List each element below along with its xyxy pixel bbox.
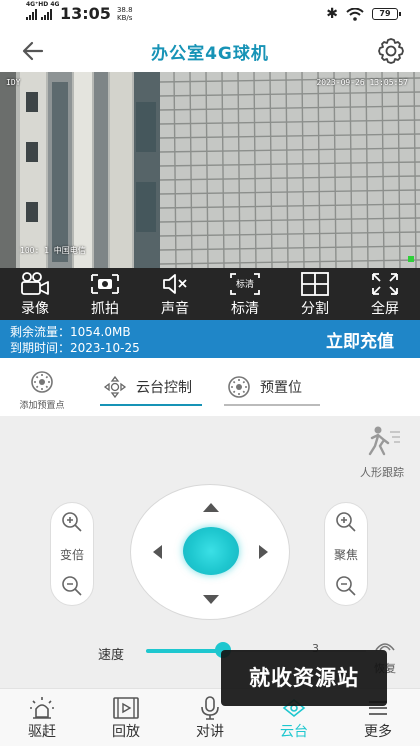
video-toolbar: 录像 抓拍 声音 标清 标清 分割 全屏 (0, 268, 420, 320)
focus-label: 聚焦 (333, 547, 358, 562)
fullscreen-button[interactable]: 全屏 (350, 268, 420, 320)
add-preset-label: 添加预置点 (19, 401, 65, 411)
nav-playback[interactable]: 回放 (84, 689, 168, 746)
nav-more-label: 更多 (364, 724, 392, 740)
tab-preset-label: 预置位 (260, 380, 302, 396)
speed-unit: KB/s (117, 13, 133, 22)
zoom-label: 变倍 (59, 547, 84, 562)
record-label: 录像 (21, 301, 49, 317)
fullscreen-label: 全屏 (371, 301, 399, 317)
expiry-date: 到期时间：2023-10-25 (10, 341, 140, 355)
nav-playback-label: 回放 (112, 724, 140, 740)
speaker-mute-icon (163, 274, 187, 294)
nav-ptz-label: 云台 (280, 724, 308, 740)
network-type: 4G⁺HD 4G (26, 1, 60, 8)
preset-icon (228, 376, 250, 398)
signal-1-icon (26, 8, 37, 20)
watermark-overlay: 就收资源站 (221, 650, 387, 706)
playback-film-icon (113, 697, 139, 719)
camera-icon (91, 274, 119, 294)
split-label: 分割 (301, 301, 329, 317)
alarm-light-icon (30, 697, 54, 719)
tab-ptz-control[interactable]: 云台控制 (100, 370, 202, 406)
sound-button[interactable]: 声音 (140, 268, 210, 320)
snapshot-label: 抓拍 (91, 301, 119, 317)
joystick-knob[interactable] (183, 527, 239, 575)
speed-value: 38.8 (116, 5, 133, 14)
camera-feed-image (0, 72, 420, 268)
bluetooth-icon: ✱ (326, 6, 338, 22)
tab-ptz-label: 云台控制 (136, 380, 192, 396)
signal-indicator (408, 256, 414, 262)
live-video-view[interactable]: IDY 2023-09-26 13:05:57 100: 1 中国电信 (0, 72, 420, 268)
remaining-data: 剩余流量：1054.0MB (10, 325, 131, 339)
split-button[interactable]: 分割 (280, 268, 350, 320)
status-bar: 4G⁺HD 4G 13:05 38.8 KB/s ✱ 79 (0, 0, 420, 30)
nav-expel-label: 驱赶 (28, 724, 56, 740)
quality-label: 标清 (231, 301, 259, 317)
focus-control: 聚焦 (324, 502, 368, 606)
zoom-control: 变倍 (50, 502, 94, 606)
snapshot-button[interactable]: 抓拍 (70, 268, 140, 320)
tab-preset[interactable]: 预置位 (224, 370, 320, 406)
microphone-icon (201, 696, 219, 720)
osd-channel-label: 100: 1 中国电信 (20, 246, 86, 255)
ptz-direction-icon (103, 375, 127, 399)
data-plan-banner: 剩余流量：1054.0MB 到期时间：2023-10-25 立即充值 (0, 320, 420, 358)
page-title: 办公室4G球机 (151, 44, 269, 64)
add-preset-button[interactable]: 添加预置点 (10, 370, 74, 411)
nav-talk-label: 对讲 (196, 724, 224, 740)
grid-split-icon (301, 272, 329, 296)
speed-label: 速度 (98, 648, 125, 663)
quality-button[interactable]: 标清 标清 (210, 268, 280, 320)
focus-in-icon[interactable] (335, 511, 357, 533)
wifi-icon (346, 7, 364, 21)
add-preset-icon (31, 371, 53, 393)
ptz-joystick[interactable] (130, 484, 290, 620)
status-left: 4G⁺HD 4G 13:05 38.8 KB/s (26, 1, 133, 23)
zoom-out-icon[interactable] (61, 575, 83, 597)
human-tracking-icon (368, 426, 400, 456)
record-button[interactable]: 录像 (0, 268, 70, 320)
fullscreen-icon (372, 273, 398, 295)
osd-timestamp: 2023-09-26 13:05:57 (316, 78, 408, 87)
control-tabs: 添加预置点 云台控制 预置位 (0, 358, 420, 416)
zoom-in-icon[interactable] (61, 511, 83, 533)
focus-out-icon[interactable] (335, 575, 357, 597)
network-speed: 38.8 KB/s (117, 6, 133, 22)
battery-icon: 79 (372, 8, 401, 20)
quality-badge: 标清 (236, 278, 254, 290)
quality-sd-icon: 标清 (230, 273, 260, 295)
recharge-button[interactable]: 立即充值 (326, 327, 394, 352)
pan-down-icon[interactable] (203, 595, 219, 604)
pan-left-icon[interactable] (153, 545, 162, 559)
slider-fill (146, 649, 223, 653)
app-header: 办公室4G球机 (0, 30, 420, 72)
video-camera-icon (21, 272, 49, 295)
signal-2-icon (41, 8, 52, 20)
gear-icon[interactable] (376, 36, 406, 66)
human-tracking-label: 人形跟踪 (360, 466, 404, 479)
nav-expel[interactable]: 驱赶 (0, 689, 84, 746)
human-tracking-button[interactable]: 人形跟踪 (350, 424, 414, 480)
pan-right-icon[interactable] (259, 545, 268, 559)
status-right: ✱ 79 (326, 6, 401, 22)
pan-up-icon[interactable] (203, 503, 219, 512)
sound-label: 声音 (161, 301, 189, 317)
osd-corner-label: IDY (6, 78, 21, 87)
ptz-control-panel: 人形跟踪 变倍 聚焦 速度 3 恢复 (0, 416, 420, 688)
